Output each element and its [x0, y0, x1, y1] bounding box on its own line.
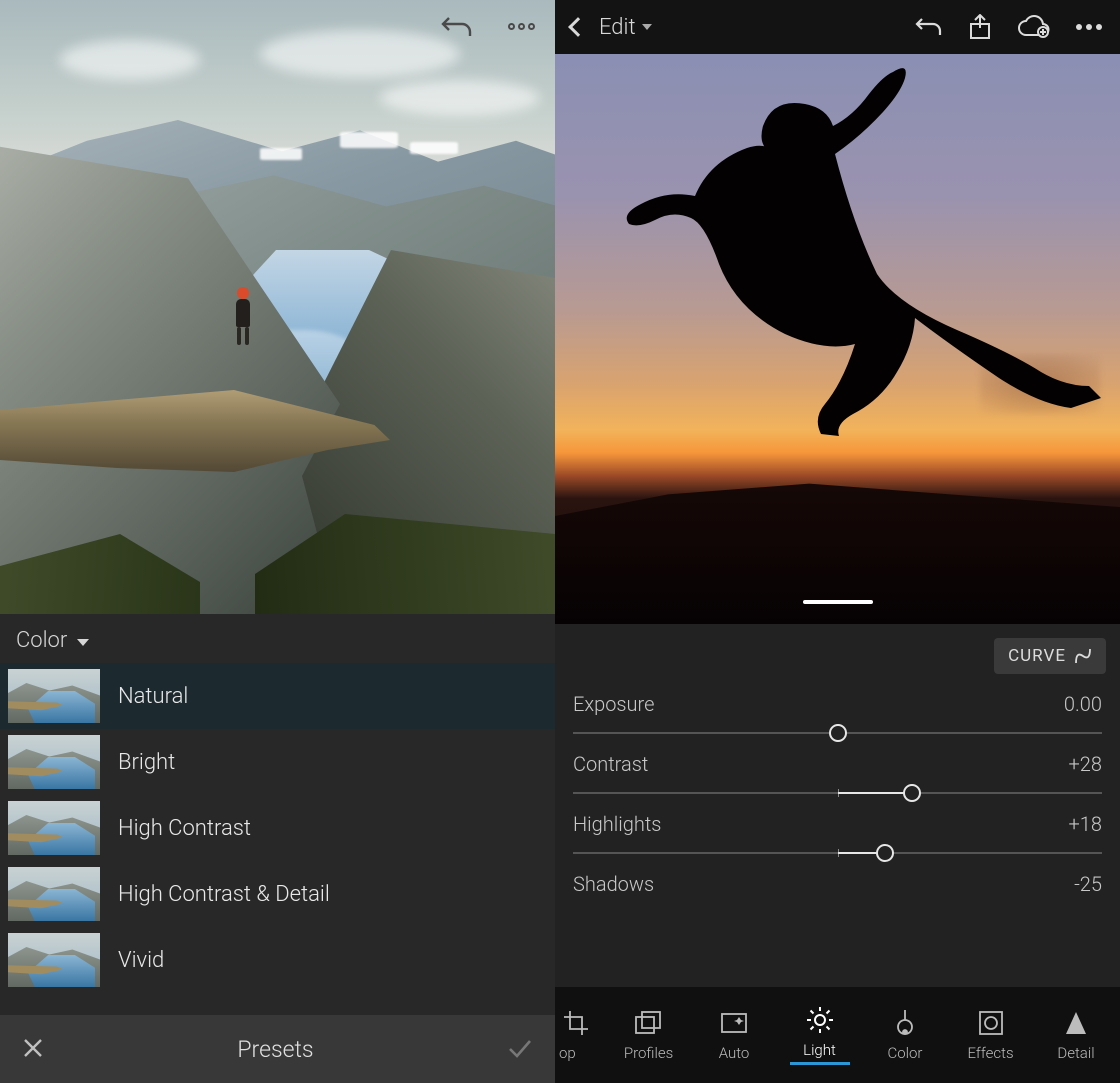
- preset-category-label: Color: [16, 628, 67, 653]
- cancel-button[interactable]: [22, 1033, 44, 1066]
- slider-track[interactable]: [573, 732, 1102, 734]
- undo-icon[interactable]: [439, 8, 475, 44]
- presets-bottom-bar: Presets: [0, 1015, 555, 1083]
- profiles-icon: [632, 1008, 666, 1038]
- caret-down-icon: [642, 24, 652, 30]
- tool-crop[interactable]: op: [559, 1008, 599, 1062]
- slider-value: +18: [1069, 812, 1103, 836]
- preset-thumbnail: [8, 933, 100, 987]
- cloud-add-icon[interactable]: [1016, 15, 1050, 39]
- slider-value: 0.00: [1064, 692, 1102, 716]
- light-icon: [803, 1005, 837, 1035]
- curve-icon: [1074, 647, 1092, 665]
- preset-item[interactable]: Natural: [0, 663, 555, 729]
- share-icon[interactable]: [968, 14, 992, 40]
- preset-thumbnail: [8, 735, 100, 789]
- crop-icon: [559, 1008, 593, 1038]
- preset-label: High Contrast & Detail: [118, 882, 330, 907]
- slider-highlights: Highlights +18: [573, 812, 1102, 854]
- slider-shadows: Shadows -25: [573, 872, 1102, 896]
- preview-photo-left: [0, 0, 555, 614]
- slider-label: Exposure: [573, 692, 654, 716]
- preset-label: Natural: [118, 684, 188, 709]
- slider-contrast: Contrast +28: [573, 752, 1102, 794]
- edit-screen: Edit CURVE: [555, 0, 1120, 1083]
- curve-label: CURVE: [1008, 646, 1066, 666]
- presets-screen: Color Natural Bright High Contrast High …: [0, 0, 555, 1083]
- tool-label: op: [559, 1044, 576, 1062]
- tool-detail[interactable]: Detail: [1040, 1008, 1112, 1062]
- light-adjustments: CURVE Exposure 0.00 Contrast +28 Highlig…: [555, 624, 1120, 987]
- mode-dropdown[interactable]: Edit: [599, 15, 652, 40]
- drag-handle[interactable]: [803, 600, 873, 604]
- preset-thumbnail: [8, 669, 100, 723]
- preview-photo-right: [555, 54, 1120, 624]
- more-menu-icon[interactable]: [1074, 24, 1104, 30]
- tool-color[interactable]: Color: [869, 1008, 941, 1062]
- tool-profiles[interactable]: Profiles: [613, 1008, 685, 1062]
- slider-label: Contrast: [573, 752, 648, 776]
- tool-light[interactable]: Light: [784, 1005, 856, 1065]
- preset-thumbnail: [8, 867, 100, 921]
- tool-label: Detail: [1057, 1044, 1094, 1062]
- preset-label: Bright: [118, 750, 175, 775]
- panel-title: Presets: [44, 1036, 507, 1063]
- slider-track[interactable]: [573, 852, 1102, 854]
- preset-category-dropdown[interactable]: Color: [0, 614, 555, 663]
- preset-list: Natural Bright High Contrast High Contra…: [0, 663, 555, 1015]
- confirm-button[interactable]: [507, 1033, 533, 1066]
- tool-label: Profiles: [624, 1044, 673, 1062]
- chevron-down-icon: [77, 639, 89, 646]
- tool-label: Effects: [967, 1044, 1013, 1062]
- detail-icon: [1059, 1008, 1093, 1038]
- preset-thumbnail: [8, 801, 100, 855]
- curve-button[interactable]: CURVE: [994, 638, 1106, 674]
- auto-icon: [717, 1008, 751, 1038]
- preset-item[interactable]: Vivid: [0, 927, 555, 993]
- tool-label: Light: [803, 1041, 836, 1059]
- slider-value: -25: [1074, 872, 1102, 896]
- preset-label: High Contrast: [118, 816, 251, 841]
- tool-label: Auto: [719, 1044, 750, 1062]
- slider-label: Shadows: [573, 872, 654, 896]
- slider-label: Highlights: [573, 812, 661, 836]
- mode-label: Edit: [599, 15, 636, 40]
- top-toolbar: Edit: [555, 0, 1120, 54]
- tool-effects[interactable]: Effects: [955, 1008, 1027, 1062]
- person-on-cliff: [236, 287, 250, 345]
- more-menu-icon[interactable]: [503, 8, 539, 44]
- preset-label: Vivid: [118, 948, 164, 973]
- preset-item[interactable]: High Contrast & Detail: [0, 861, 555, 927]
- tool-tabs: op Profiles Auto Light Color Effects Det…: [555, 987, 1120, 1083]
- silhouette-figure: [555, 54, 1120, 624]
- preset-item[interactable]: Bright: [0, 729, 555, 795]
- slider-exposure: Exposure 0.00: [573, 692, 1102, 734]
- color-icon: [888, 1008, 922, 1038]
- tool-auto[interactable]: Auto: [698, 1008, 770, 1062]
- undo-icon[interactable]: [914, 15, 944, 39]
- slider-track[interactable]: [573, 792, 1102, 794]
- preset-item[interactable]: High Contrast: [0, 795, 555, 861]
- back-button[interactable]: [568, 17, 588, 37]
- tool-label: Color: [888, 1044, 923, 1062]
- effects-icon: [974, 1008, 1008, 1038]
- slider-value: +28: [1069, 752, 1103, 776]
- presets-panel: Color Natural Bright High Contrast High …: [0, 614, 555, 1015]
